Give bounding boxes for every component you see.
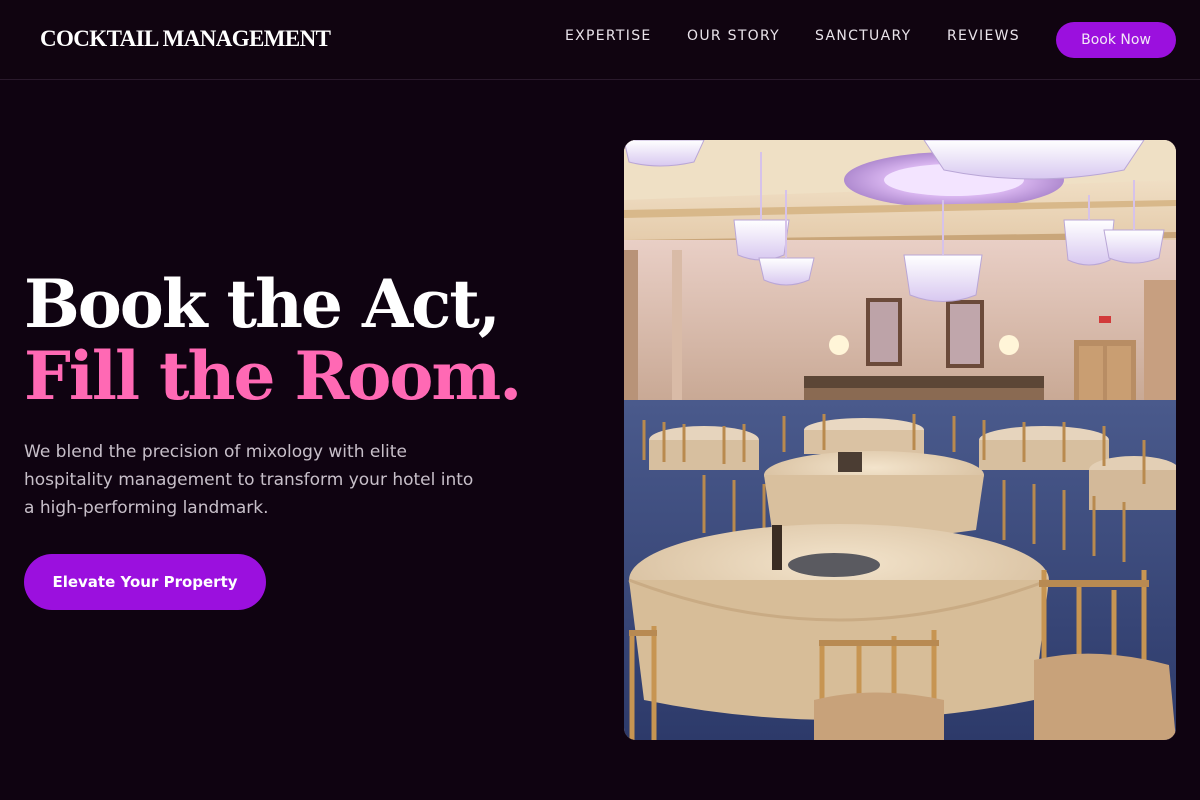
nav-link-expertise[interactable]: EXPERTISE: [565, 28, 652, 44]
main-nav: EXPERTISE OUR STORY SANCTUARY REVIEWS: [0, 28, 1200, 48]
nav-link-reviews[interactable]: REVIEWS: [947, 28, 1020, 44]
book-now-button[interactable]: Book Now: [1056, 22, 1176, 58]
headline-line-1: Book the Act,: [24, 265, 501, 343]
hero-headline: Book the Act, Fill the Room.: [24, 265, 522, 415]
ballroom-illustration: [624, 140, 1176, 740]
ballroom-photo: [624, 140, 1176, 740]
elevate-property-button[interactable]: Elevate Your Property: [24, 554, 266, 610]
top-navbar: COCKTAIL MANAGEMENT EXPERTISE OUR STORY …: [0, 0, 1200, 80]
nav-link-sanctuary[interactable]: SANCTUARY: [815, 28, 911, 44]
headline-line-2: Fill the Room.: [24, 337, 522, 415]
nav-link-our-story[interactable]: OUR STORY: [687, 28, 780, 44]
hero-description: We blend the precision of mixology with …: [24, 442, 474, 518]
